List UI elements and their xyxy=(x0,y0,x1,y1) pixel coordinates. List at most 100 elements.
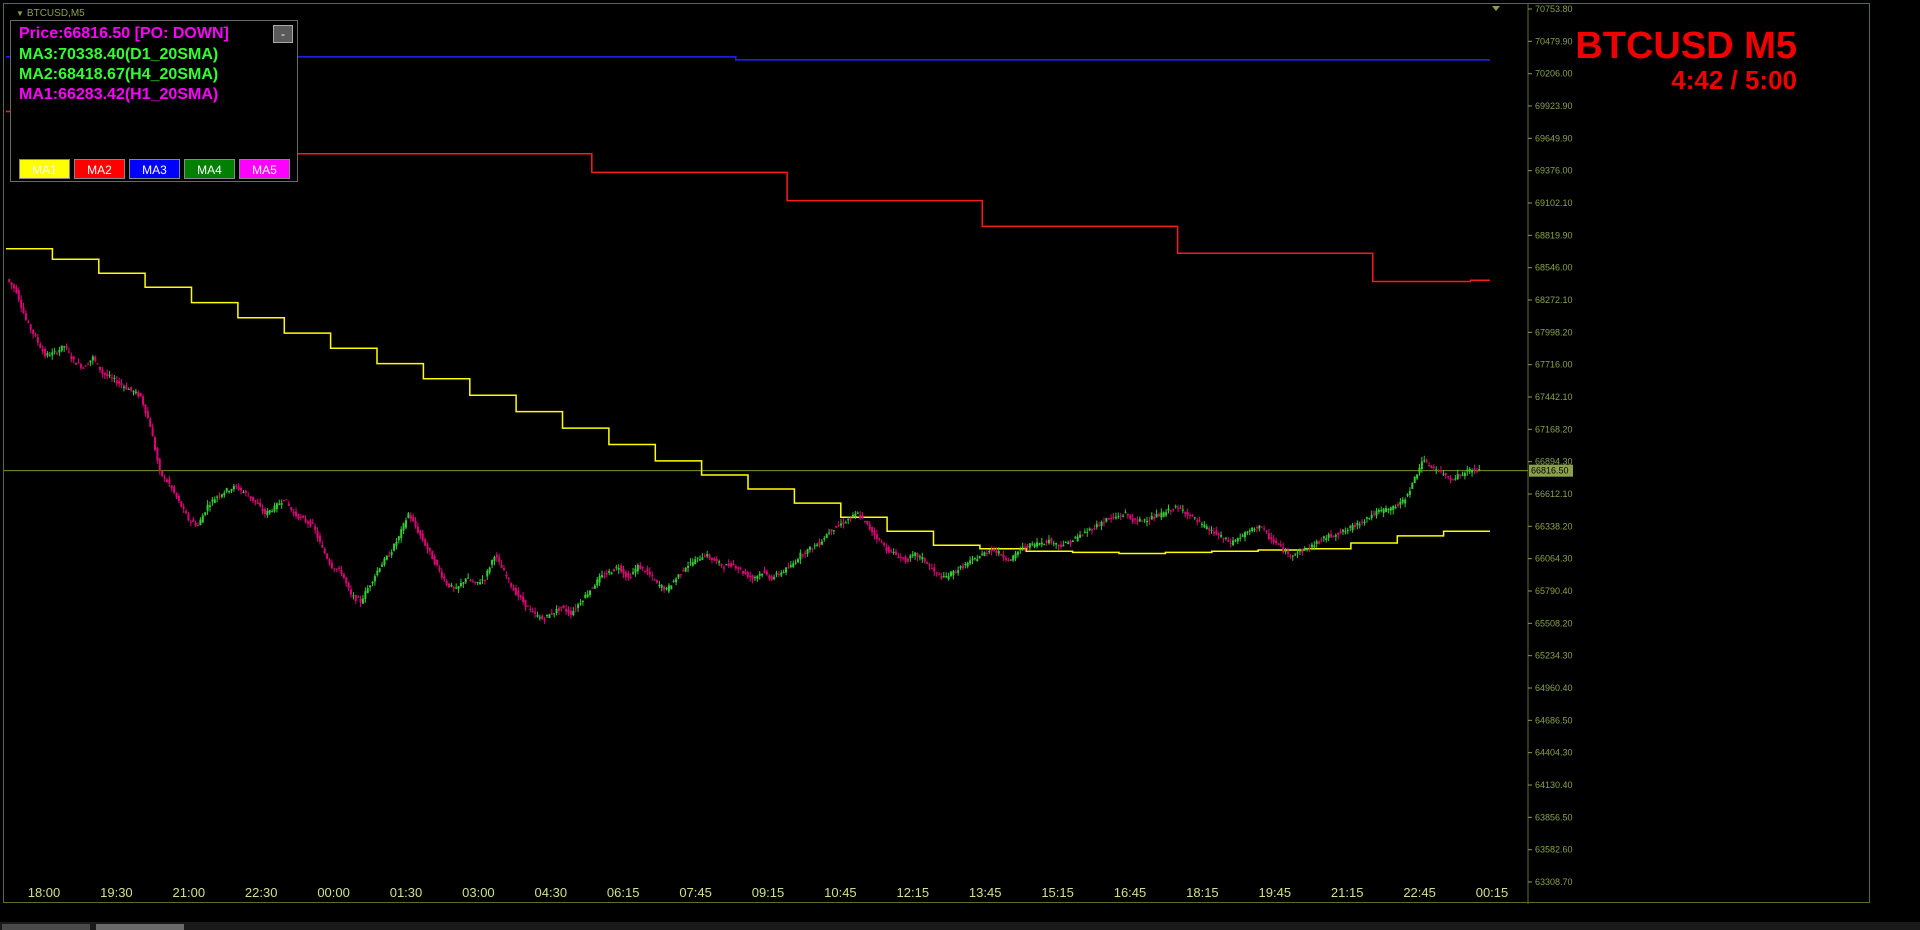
candle-body xyxy=(1196,520,1199,522)
candle-body xyxy=(1224,537,1227,539)
candle-body xyxy=(1064,541,1067,543)
x-time-label: 09:15 xyxy=(752,885,785,900)
candle-body xyxy=(51,352,54,356)
candle-body xyxy=(732,563,735,565)
candle-body xyxy=(84,365,87,367)
candle-body xyxy=(971,558,974,560)
x-time-label: 18:00 xyxy=(28,885,61,900)
candle-body xyxy=(921,557,924,560)
candle-body xyxy=(1012,555,1015,561)
candle-body xyxy=(266,510,269,516)
candle-body xyxy=(77,362,80,364)
candle-body xyxy=(567,609,570,614)
candle-body xyxy=(146,411,149,419)
candle-body xyxy=(1248,530,1251,532)
chart-tab-active[interactable] xyxy=(96,924,184,930)
ma1-button[interactable]: MA1 xyxy=(19,159,70,179)
candle-body xyxy=(952,570,955,576)
candle-body xyxy=(120,383,123,385)
candle-body xyxy=(318,535,321,542)
candle-body xyxy=(761,573,764,576)
candle-body xyxy=(285,499,288,501)
candle-body xyxy=(304,518,307,522)
candle-body xyxy=(639,565,642,570)
candle-body xyxy=(338,567,341,569)
minimize-button[interactable]: - xyxy=(273,25,293,43)
candle-body xyxy=(560,606,563,608)
candle-body xyxy=(1150,515,1153,520)
chart-menu-triangle-icon[interactable]: ▼ xyxy=(16,9,24,18)
candle-body xyxy=(598,576,601,583)
candle-body xyxy=(89,360,92,363)
candle-body xyxy=(306,521,309,524)
ma3-button[interactable]: MA3 xyxy=(129,159,180,179)
ma4-button[interactable]: MA4 xyxy=(184,159,235,179)
candle-body xyxy=(376,570,379,575)
candle-body xyxy=(990,549,993,551)
candle-body xyxy=(926,562,929,564)
candle-body xyxy=(837,524,840,526)
candle-body xyxy=(1045,540,1048,543)
candle-body xyxy=(675,578,678,583)
candle-body xyxy=(87,364,90,366)
ma-info-panel: Price:66816.50 [PO: DOWN] MA3:70338.40(D… xyxy=(10,20,298,182)
candle-body xyxy=(225,488,228,492)
candle-body xyxy=(1203,524,1206,528)
chart-window[interactable]: 70753.80 70479.90 70206.00 69923.90 69649.90… xyxy=(3,3,1870,904)
candle-body xyxy=(127,388,130,390)
candle-body xyxy=(170,485,173,489)
candle-body xyxy=(885,547,888,551)
candle-body xyxy=(1229,542,1232,544)
candle-body xyxy=(1167,508,1170,511)
candle-body xyxy=(792,563,795,567)
candle-body xyxy=(1265,530,1268,532)
candle-body xyxy=(502,568,505,571)
ma2-button[interactable]: MA2 xyxy=(74,159,125,179)
y-tick-label: 70206.00 xyxy=(1535,69,1573,79)
chart-tab[interactable] xyxy=(2,924,90,930)
candle-body xyxy=(966,562,969,567)
candle-body xyxy=(1387,508,1390,510)
y-tick-label: 70479.90 xyxy=(1535,36,1573,46)
candle-body xyxy=(859,515,862,519)
candle-body xyxy=(1186,512,1189,516)
candle-body xyxy=(1067,542,1070,545)
candle-body xyxy=(321,545,324,548)
candle-body xyxy=(1432,467,1435,469)
candle-body xyxy=(1313,545,1316,548)
candle-body xyxy=(1100,521,1103,526)
candle-body xyxy=(765,571,768,575)
candle-body xyxy=(1349,526,1352,528)
candle-body xyxy=(371,581,374,584)
candle-body xyxy=(507,578,510,580)
candle-body xyxy=(82,367,85,369)
candle-body xyxy=(505,574,508,577)
candle-body xyxy=(665,587,668,590)
candle-body xyxy=(632,572,635,574)
candle-body xyxy=(299,516,302,518)
candle-body xyxy=(1287,551,1290,554)
candle-body xyxy=(1093,528,1096,530)
candle-body xyxy=(1177,507,1180,509)
ma5-button[interactable]: MA5 xyxy=(239,159,290,179)
candle-body xyxy=(906,558,909,562)
candle-body xyxy=(15,287,18,293)
candle-body xyxy=(1430,465,1433,469)
candle-body xyxy=(476,582,479,584)
candle-body xyxy=(373,576,376,582)
x-time-label: 06:15 xyxy=(607,885,640,900)
candle-body xyxy=(777,573,780,575)
candle-body xyxy=(586,594,589,597)
candle-body xyxy=(1191,514,1194,516)
y-tick-label: 63582.60 xyxy=(1535,845,1573,855)
candle-body xyxy=(634,568,637,573)
candle-body xyxy=(345,577,348,584)
candle-body xyxy=(1033,544,1036,548)
candle-body xyxy=(252,496,255,501)
candle-body xyxy=(438,567,441,571)
y-tick-label: 69649.90 xyxy=(1535,133,1573,143)
candle-body xyxy=(677,574,680,578)
candle-body xyxy=(534,611,537,614)
candle-body xyxy=(1439,470,1442,472)
candle-body xyxy=(1047,539,1050,544)
